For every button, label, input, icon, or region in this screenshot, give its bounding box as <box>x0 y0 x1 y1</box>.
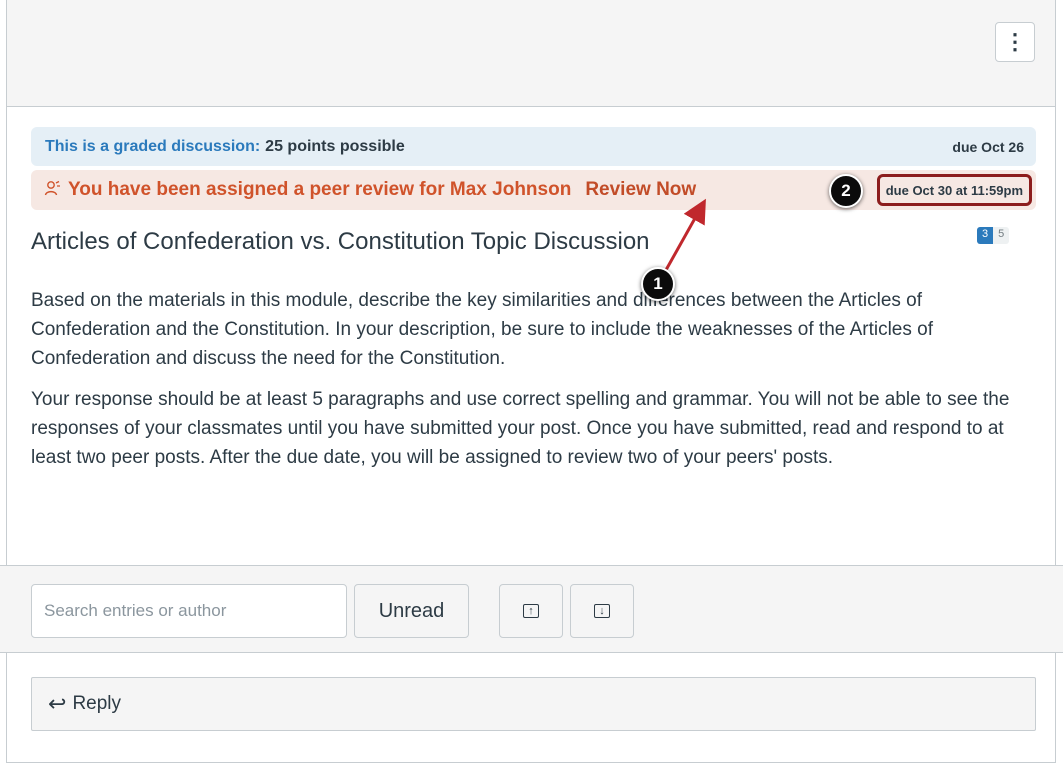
points-possible: 25 points possible <box>265 137 405 155</box>
annotation-badge-2: 2 <box>829 174 863 208</box>
annotation-badge-1: 1 <box>641 267 675 301</box>
discussion-body: Based on the materials in this module, d… <box>31 286 1031 484</box>
search-entries-input[interactable] <box>31 584 347 638</box>
discussion-due-date: due Oct 26 <box>952 138 1024 155</box>
collapse-threads-icon: ↑ <box>523 604 539 618</box>
discussion-header-bar: ⋮ <box>7 0 1055 107</box>
review-now-link[interactable]: Review Now <box>585 179 696 201</box>
entry-counts: 3 5 <box>977 227 1010 244</box>
body-paragraph: Your response should be at least 5 parag… <box>31 389 1010 468</box>
collapse-threads-button[interactable]: ↑ <box>499 584 563 638</box>
body-paragraph: Based on the materials in this module, d… <box>31 290 933 369</box>
kebab-menu-button[interactable]: ⋮ <box>995 22 1035 62</box>
kebab-menu-icon: ⋮ <box>1004 29 1026 54</box>
reply-arrow-icon: ↩ <box>48 691 67 716</box>
reply-button[interactable]: ↩ Reply <box>31 677 1036 731</box>
discussion-toolbar: Unread ↑ ↓ <box>0 565 1063 653</box>
reply-label: Reply <box>72 693 122 714</box>
discussion-title: Articles of Confederation vs. Constituti… <box>31 228 650 255</box>
peer-review-message: You have been assigned a peer review for… <box>68 179 572 200</box>
peer-review-banner: You have been assigned a peer review for… <box>31 170 1036 210</box>
graded-discussion-banner: This is a graded discussion: 25 points p… <box>31 127 1036 166</box>
total-count-badge: 5 <box>993 227 1010 244</box>
expand-threads-icon: ↓ <box>594 604 610 618</box>
graded-label: This is a graded discussion: <box>45 137 261 155</box>
unread-count-badge: 3 <box>977 227 994 244</box>
peer-review-icon <box>44 179 62 202</box>
expand-threads-button[interactable]: ↓ <box>570 584 634 638</box>
unread-filter-button[interactable]: Unread <box>354 584 469 638</box>
peer-review-due-date: due Oct 30 at 11:59pm <box>876 174 1032 206</box>
